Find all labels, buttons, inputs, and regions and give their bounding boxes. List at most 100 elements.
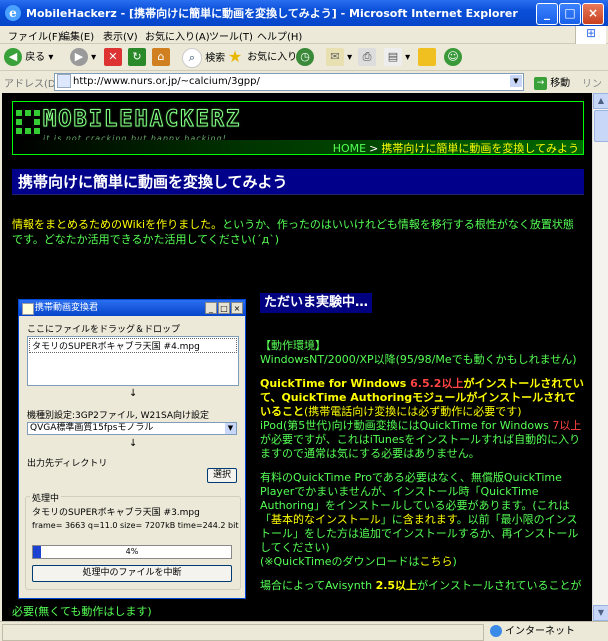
menu-help[interactable]: ヘルプ(H): [257, 28, 302, 43]
app-close-icon: ×: [231, 302, 243, 314]
favorites-button[interactable]: ★ お気に入り: [226, 48, 297, 68]
address-label: アドレス(D): [4, 79, 60, 90]
quicktime-download-link[interactable]: こちら: [420, 555, 453, 568]
breadcrumb-separator: >: [369, 142, 379, 155]
vertical-scrollbar[interactable]: ▲ ▼: [592, 93, 608, 621]
window-title: MobileHackerz - [携帯向けに簡単に動画を変換してみよう] - M…: [26, 7, 518, 20]
app-progress-bar: 4%: [32, 545, 232, 559]
intro-text: 情報をまとめるためのWikiを作りました。というか、作ったのはいいけれども情報を…: [12, 217, 582, 247]
go-button[interactable]: → 移動: [534, 74, 570, 90]
address-input[interactable]: http://www.nurs.or.jp/~calcium/3gpp/ ▼: [54, 73, 524, 91]
refresh-icon: ↻: [128, 48, 146, 66]
quicktime-paragraph: QuickTime for Windows 6.5.2以上がインストールされてい…: [260, 377, 584, 460]
breadcrumb: HOME > 携帯向けに簡単に動画を変換してみよう: [333, 140, 579, 156]
scroll-down-icon[interactable]: ▼: [593, 605, 608, 621]
go-arrow-icon: →: [534, 76, 547, 90]
history-icon: ◷: [296, 48, 314, 66]
app-maximize-icon: □: [218, 302, 230, 314]
app-minimize-icon: _: [205, 302, 217, 314]
status-text: [2, 624, 484, 641]
scroll-thumb[interactable]: [594, 110, 608, 142]
menu-view[interactable]: 表示(V): [103, 28, 138, 43]
menu-bar: ファイル(F) 編集(E) 表示(V) お気に入り(A) ツール(T) ヘルプ(…: [0, 26, 608, 44]
app-abort-button: 処理中のファイルを中断: [32, 565, 232, 582]
maximize-button[interactable]: □: [559, 3, 581, 25]
web-content: MOBILEHACKERZ it is not cracking but hap…: [2, 93, 592, 621]
print-icon: ⎙: [358, 48, 376, 66]
forward-arrow-icon: ▶: [70, 48, 88, 66]
env-paragraph: 【動作環境】 WindowsNT/2000/XP以降(95/98/Meでも動くか…: [260, 339, 586, 367]
menu-edit[interactable]: 編集(E): [60, 28, 94, 43]
app-file-list: タモリのSUPERボキャブラ天国 #4.mpg: [27, 336, 239, 386]
app-title-bar: 携帯動画変換君 _ □ ×: [19, 300, 245, 316]
print-button[interactable]: ⎙: [358, 48, 376, 68]
app-progress-label: 4%: [125, 547, 139, 556]
menu-favorites[interactable]: お気に入り(A): [145, 28, 210, 43]
edit-icon: ▤: [384, 48, 402, 66]
site-banner: MOBILEHACKERZ it is not cracking but hap…: [12, 101, 584, 155]
env-title: 【動作環境】: [260, 339, 326, 352]
app-processing-file: タモリのSUPERボキャブラ天国 #3.mpg: [32, 508, 200, 518]
page-icon: [57, 74, 71, 88]
avisynth-paragraph: 場合によってAvisynth 2.5以上がインストールされていることが: [260, 579, 582, 592]
star-icon: ★: [227, 47, 243, 66]
scroll-up-icon[interactable]: ▲: [593, 93, 608, 109]
status-bar: インターネット: [0, 621, 608, 641]
messenger-icon: ☺: [444, 48, 462, 66]
env-text: WindowsNT/2000/XP以降(95/98/Meでも動くかもしれません): [260, 353, 577, 366]
app-output-label: 出力先ディレクトリ: [27, 459, 108, 469]
app-drop-label: ここにファイルをドラッグ＆ドロップ: [27, 325, 181, 335]
stop-icon: ✕: [104, 48, 122, 66]
breadcrumb-home-link[interactable]: HOME: [333, 142, 366, 155]
page-title: 携帯向けに簡単に動画を変換してみよう: [12, 169, 584, 195]
mail-icon: ✉: [326, 48, 344, 66]
app-quality-select: QVGA標準画質15fpsモノラル ▼: [27, 422, 237, 435]
windows-flag-icon: ⊞: [575, 26, 606, 44]
app-group-label: 処理中: [30, 491, 62, 504]
app-processing-group: 処理中 タモリのSUPERボキャブラ天国 #3.mpg frame= 3663 …: [25, 491, 241, 590]
address-bar: アドレス(D) http://www.nurs.or.jp/~calcium/3…: [0, 72, 608, 105]
refresh-button[interactable]: ↻: [128, 48, 146, 68]
search-button[interactable]: ⌕ 検索: [182, 48, 225, 68]
home-icon: ⌂: [152, 48, 170, 66]
avisynth-note: 必要(無くても動作はします): [12, 605, 152, 618]
close-button[interactable]: ×: [582, 3, 604, 25]
section-heading: ただいま実験中…: [260, 293, 373, 313]
app-file-item: タモリのSUPERボキャブラ天国 #4.mpg: [29, 338, 237, 353]
app-select-dropdown-icon: ▼: [225, 423, 236, 434]
window-title-bar[interactable]: e MobileHackerz - [携帯向けに簡単に動画を変換してみよう] -…: [0, 0, 608, 26]
app-browse-button: 選択: [207, 468, 237, 483]
app-processing-stats: frame= 3663 q=11.0 size= 7207kB time=244…: [32, 521, 239, 530]
forward-button[interactable]: ▶ ▾: [70, 48, 96, 68]
minimize-button[interactable]: _: [536, 3, 558, 25]
down-arrow-icon: ↓: [129, 438, 138, 449]
menu-file[interactable]: ファイル(F): [8, 28, 62, 43]
converter-app-screenshot: 携帯動画変換君 _ □ × ここにファイルをドラッグ＆ドロップ タモリのSUPE…: [18, 299, 246, 599]
discuss-button[interactable]: [418, 48, 436, 68]
messenger-button[interactable]: ☺: [444, 48, 462, 68]
breadcrumb-current: 携帯向けに簡単に動画を変換してみよう: [381, 142, 579, 155]
app-device-label: 機種別設定:3GP2ファイル, W21SA向け設定: [27, 411, 209, 421]
down-arrow-icon: ↓: [129, 388, 138, 399]
security-zone: インターネット: [490, 624, 590, 639]
wiki-link[interactable]: 情報をまとめるためのWikiを作りました。: [12, 218, 222, 231]
edit-button[interactable]: ▤ ▾: [384, 48, 410, 68]
site-logo[interactable]: MOBILEHACKERZ: [42, 107, 241, 133]
toolbar: ◀ 戻る ▾ ▶ ▾ ✕ ↻ ⌂ ⌕ 検索 ★ お気に入り ◷ ✉ ▾ ⎙ ▤ …: [0, 45, 608, 71]
home-button[interactable]: ⌂: [152, 48, 170, 68]
logo-grid-icon: [16, 110, 40, 134]
globe-icon: [490, 625, 502, 637]
search-icon: ⌕: [182, 48, 202, 68]
mail-button[interactable]: ✉ ▾: [326, 48, 352, 68]
ie-logo-icon: e: [5, 5, 21, 21]
requirements-text: 【動作環境】 WindowsNT/2000/XP以降(95/98/Meでも動くか…: [260, 339, 586, 603]
quicktime-pro-paragraph: 有料のQuickTime Proである必要はなく、無償版QuickTime Pl…: [260, 471, 579, 568]
history-button[interactable]: ◷: [296, 48, 314, 68]
stop-button[interactable]: ✕: [104, 48, 122, 68]
address-dropdown-icon[interactable]: ▼: [510, 75, 522, 87]
menu-tools[interactable]: ツール(T): [209, 28, 253, 43]
back-button[interactable]: ◀ 戻る ▾: [4, 48, 53, 68]
app-icon: [22, 303, 34, 315]
folder-icon: [418, 48, 436, 66]
back-arrow-icon: ◀: [4, 48, 22, 66]
